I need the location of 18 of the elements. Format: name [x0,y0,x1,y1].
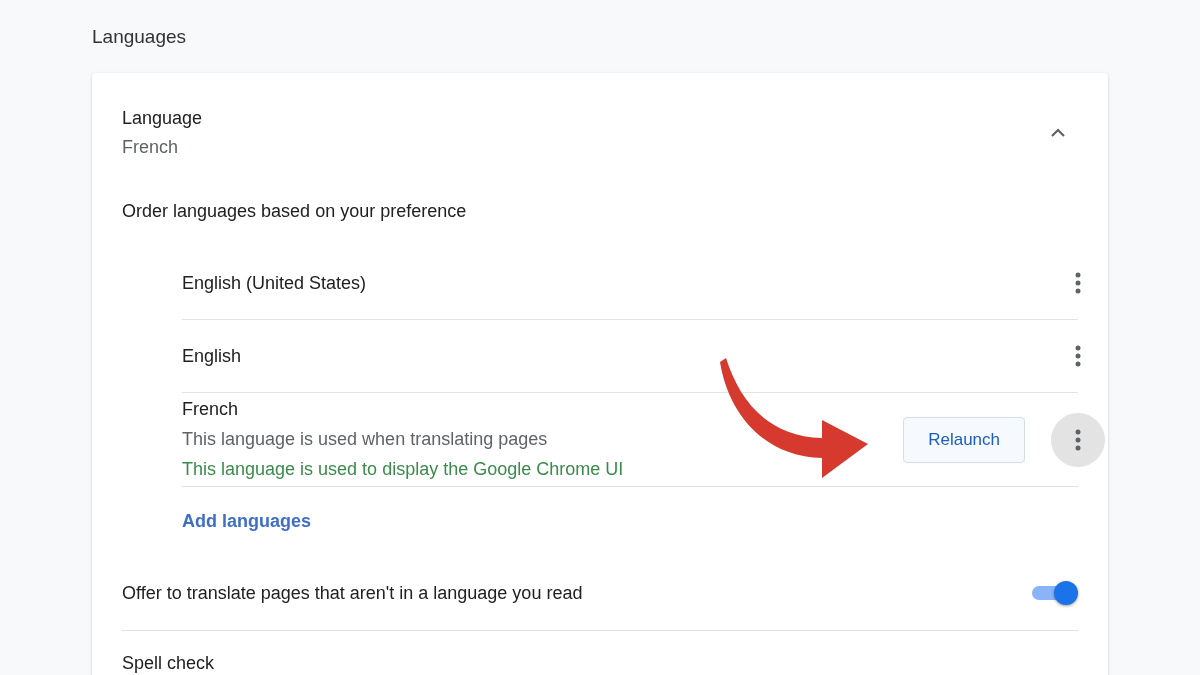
language-name: French [182,399,240,420]
more-vert-icon [1075,428,1081,451]
toggle-label: Offer to translate pages that aren't in a language you read [122,582,583,604]
relaunch-button[interactable]: Relaunch [903,416,1025,463]
language-name: English [182,345,243,367]
section-title: Languages [92,26,187,48]
setting-label: Spell check [122,653,215,674]
language-note: This language is used to display the Google Chrome UI [182,459,625,480]
more-vert-icon [1075,272,1081,294]
setting-label: Language [122,108,203,129]
language-name: English (United States) [182,272,368,294]
translate-toggle[interactable] [1030,580,1078,606]
order-label: Order languages based on your preference [122,201,467,222]
language-note: This language is used when translating pages [182,429,549,450]
more-vert-icon [1075,345,1081,367]
setting-value: French [122,137,180,158]
add-languages-link[interactable]: Add languages [182,511,311,532]
more-options-button[interactable] [1051,412,1105,467]
